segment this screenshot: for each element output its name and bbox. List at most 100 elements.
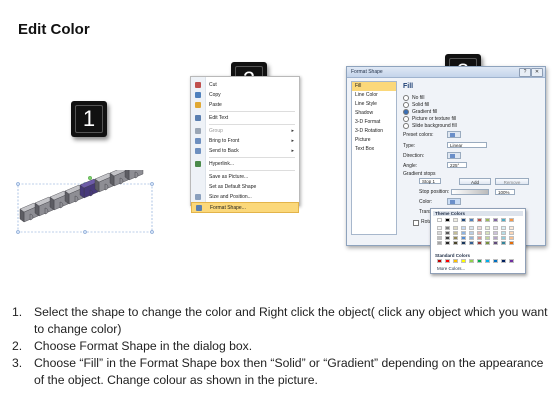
category-line-style[interactable]: Line Style [352,100,396,109]
standard-color-swatch[interactable] [501,259,506,263]
menu-item-size-position[interactable]: Size and Position... [191,192,299,202]
color-swatch[interactable] [461,241,466,245]
color-dropdown[interactable] [447,198,461,205]
menu-item-cut[interactable]: Cut [191,80,299,90]
category-line-color[interactable]: Line Color [352,91,396,100]
preset-colors-dropdown[interactable] [447,131,461,138]
color-swatch[interactable] [493,218,498,222]
standard-color-swatch[interactable] [437,259,442,263]
color-swatch[interactable] [493,241,498,245]
color-swatch[interactable] [469,218,474,222]
standard-color-swatch[interactable] [445,259,450,263]
color-swatch[interactable] [461,226,466,230]
color-swatch[interactable] [501,236,506,240]
stop-select[interactable]: Stop 1 [419,178,441,184]
color-swatch[interactable] [485,231,490,235]
color-swatch[interactable] [437,236,442,240]
menu-item-set-default-shape[interactable]: Set as Default Shape [191,182,299,192]
color-swatch[interactable] [485,226,490,230]
puzzle-shape-graphic[interactable] [14,160,164,265]
color-swatch[interactable] [453,218,458,222]
color-swatch[interactable] [509,241,514,245]
color-swatch[interactable] [445,231,450,235]
category-picture[interactable]: Picture [352,136,396,145]
color-swatch[interactable] [477,218,482,222]
stop-position-input[interactable]: 100% [495,189,515,195]
color-swatch[interactable] [461,218,466,222]
standard-color-swatch[interactable] [469,259,474,263]
color-swatch[interactable] [453,226,458,230]
standard-color-swatch[interactable] [509,259,514,263]
category-shadow[interactable]: Shadow [352,109,396,118]
menu-item-format-shape[interactable]: Format Shape... [191,202,299,213]
puzzle-piece[interactable] [119,177,124,185]
angle-input[interactable]: 225° [447,162,467,168]
puzzle-piece[interactable] [134,171,139,179]
menu-item-edit-text[interactable]: Edit Text [191,113,299,123]
remove-stop-button[interactable]: Remove [495,178,529,185]
color-swatch[interactable] [445,218,450,222]
color-swatch[interactable] [469,241,474,245]
color-swatch[interactable] [485,218,490,222]
color-swatch[interactable] [437,226,442,230]
selected-shape[interactable] [14,160,164,265]
color-swatch[interactable] [493,231,498,235]
close-button[interactable]: ✕ [531,68,543,77]
radio-no-fill[interactable]: No fill [403,95,425,101]
puzzle-piece[interactable] [59,201,64,209]
standard-color-swatch[interactable] [453,259,458,263]
puzzle-piece[interactable] [104,183,109,191]
standard-color-swatch[interactable] [485,259,490,263]
color-swatch[interactable] [445,236,450,240]
puzzle-piece[interactable] [74,195,79,203]
radio-picture-fill[interactable]: Picture or texture fill [403,116,456,122]
puzzle-piece-purple[interactable] [89,189,94,197]
radio-solid-fill[interactable]: Solid fill [403,102,429,108]
puzzle-piece[interactable] [29,213,34,221]
color-swatch[interactable] [477,241,482,245]
color-swatch[interactable] [485,241,490,245]
color-swatch[interactable] [509,236,514,240]
radio-background-fill[interactable]: Slide background fill [403,123,457,129]
help-button[interactable]: ? [519,68,531,77]
color-swatch[interactable] [469,231,474,235]
color-swatch[interactable] [469,226,474,230]
menu-item-paste[interactable]: Paste [191,100,299,110]
color-swatch[interactable] [493,236,498,240]
category-3d-rotation[interactable]: 3-D Rotation [352,127,396,136]
color-swatch[interactable] [477,226,482,230]
color-swatch[interactable] [469,236,474,240]
color-swatch[interactable] [501,241,506,245]
color-swatch[interactable] [453,236,458,240]
color-swatch[interactable] [453,231,458,235]
menu-item-hyperlink[interactable]: Hyperlink... [191,159,299,169]
color-swatch[interactable] [477,236,482,240]
menu-item-send-to-back[interactable]: Send to Back ▸ [191,146,299,156]
standard-color-swatch[interactable] [493,259,498,263]
color-swatch[interactable] [445,226,450,230]
color-swatch[interactable] [445,241,450,245]
color-swatch[interactable] [485,236,490,240]
direction-dropdown[interactable] [447,152,461,159]
color-swatch[interactable] [501,226,506,230]
stop-position-slider[interactable] [451,189,489,195]
type-select[interactable]: Linear [447,142,487,148]
radio-gradient-fill[interactable]: Gradient fill [403,109,437,115]
menu-item-bring-to-front[interactable]: Bring to Front ▸ [191,136,299,146]
add-stop-button[interactable]: Add [459,178,491,185]
standard-color-swatch[interactable] [461,259,466,263]
menu-item-copy[interactable]: Copy [191,90,299,100]
color-swatch[interactable] [509,231,514,235]
menu-item-save-as-picture[interactable]: Save as Picture... [191,172,299,182]
puzzle-piece[interactable] [44,207,49,215]
category-fill[interactable]: Fill [352,82,396,91]
color-swatch[interactable] [477,231,482,235]
color-swatch[interactable] [453,241,458,245]
more-colors-link[interactable]: More Colors... [437,266,465,271]
color-swatch[interactable] [461,231,466,235]
category-3d-format[interactable]: 3-D Format [352,118,396,127]
rotate-checkbox[interactable] [413,220,419,226]
standard-color-swatch[interactable] [477,259,482,263]
category-text-box[interactable]: Text Box [352,145,396,154]
color-swatch[interactable] [501,218,506,222]
